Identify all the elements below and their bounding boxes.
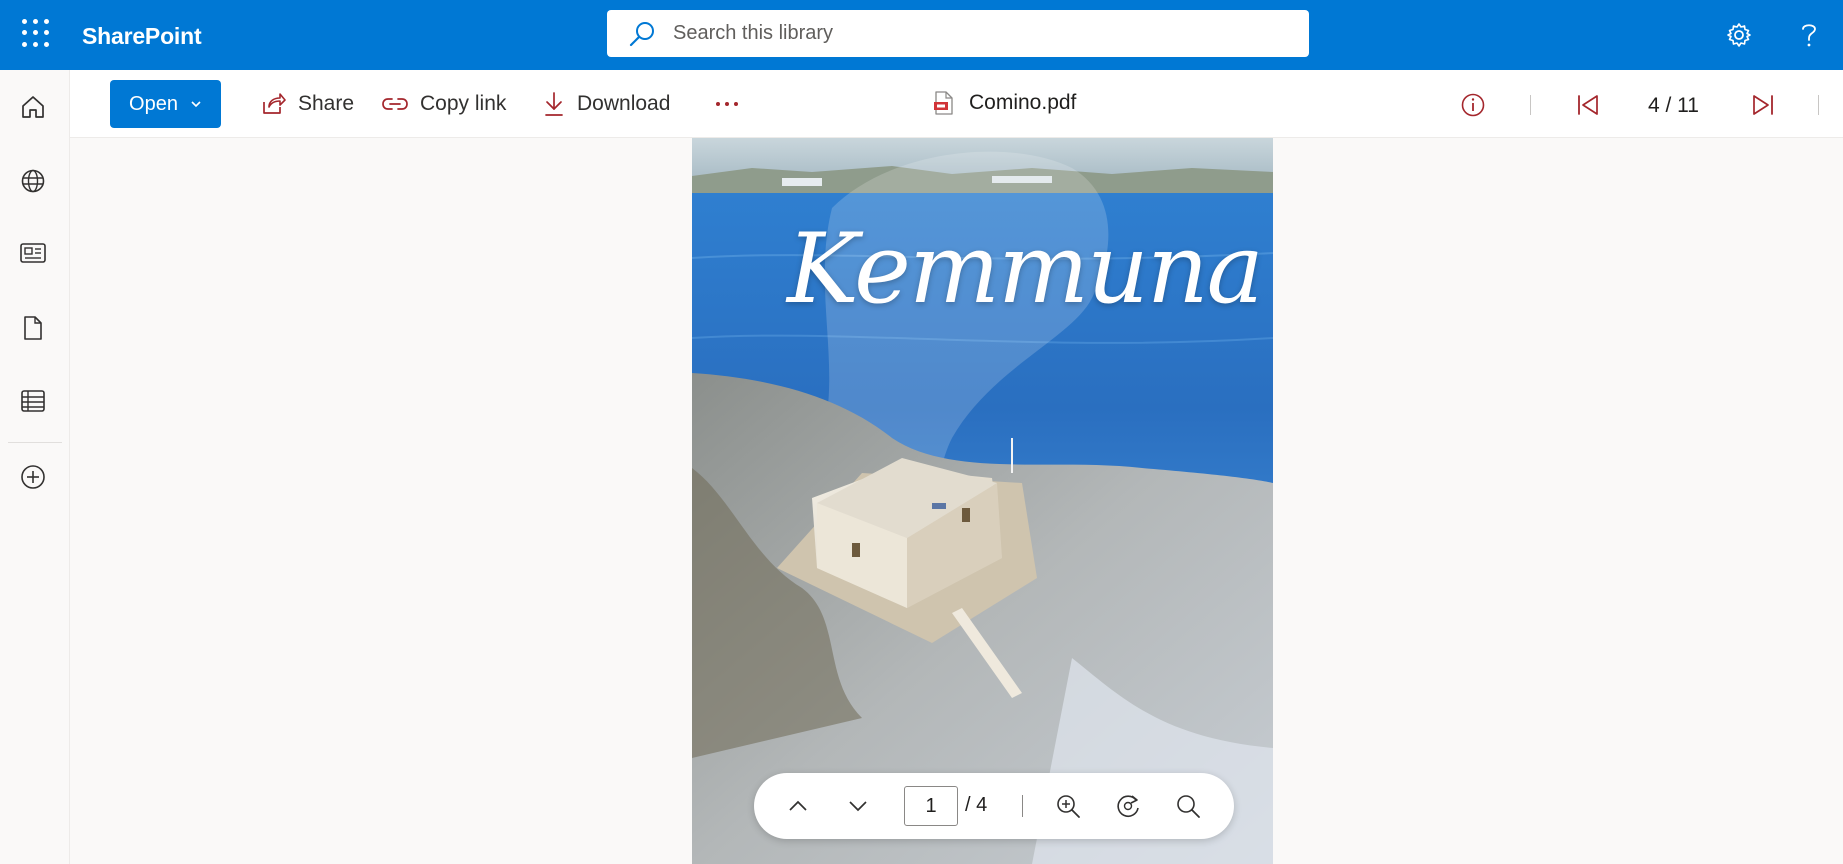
toolbar-divider (1022, 795, 1023, 817)
find-button[interactable] (1172, 790, 1204, 822)
help-icon[interactable] (1791, 17, 1827, 53)
open-button-label: Open (129, 92, 178, 115)
app-title[interactable]: SharePoint (82, 23, 202, 50)
copy-link-button-label: Copy link (420, 92, 507, 115)
globe-icon[interactable] (15, 163, 51, 199)
file-name: Comino.pdf (933, 90, 1076, 116)
find-icon (1177, 795, 1200, 818)
first-page-icon (1578, 95, 1598, 115)
download-button[interactable]: Download (543, 88, 670, 120)
pdf-page: Kemmuna (692, 138, 1273, 864)
copy-link-button[interactable]: Copy link (382, 88, 506, 120)
chevron-down-icon (849, 801, 867, 812)
page-number-input[interactable] (904, 786, 958, 826)
download-button-label: Download (577, 92, 671, 115)
page-total: / 4 (965, 794, 988, 816)
last-page-icon (1753, 95, 1773, 115)
app-rail (0, 70, 70, 864)
file-name-label: Comino.pdf (969, 91, 1077, 114)
pdf-icon (934, 91, 953, 115)
info-button[interactable] (1460, 89, 1498, 121)
download-icon (545, 92, 563, 116)
open-button[interactable]: Open (110, 80, 221, 128)
home-icon[interactable] (15, 89, 51, 125)
share-icon (263, 93, 286, 114)
rotate-button[interactable] (1112, 790, 1144, 822)
more-icon (716, 102, 738, 106)
first-page-button[interactable] (1575, 89, 1613, 121)
share-button[interactable]: Share (260, 88, 354, 120)
file-icon[interactable] (15, 310, 51, 346)
next-page-button[interactable] (842, 790, 874, 822)
cover-title: Kemmuna (787, 213, 1264, 325)
search-box[interactable] (607, 10, 1309, 57)
command-bar: Open Share Copy link Download Comino.pdf… (70, 70, 1843, 138)
search-input[interactable] (673, 22, 1273, 45)
chevron-down-icon (191, 101, 201, 108)
info-icon (1461, 93, 1485, 117)
last-page-button[interactable] (1750, 89, 1788, 121)
zoom-in-icon (1057, 795, 1080, 818)
command-divider (1530, 95, 1531, 115)
document-viewer[interactable]: Kemmuna (70, 138, 1843, 864)
command-divider-end (1818, 95, 1819, 115)
news-icon[interactable] (15, 235, 51, 271)
page-counter: 4 / 11 (1648, 94, 1699, 117)
chevron-up-icon (789, 800, 807, 811)
pdf-toolbar: / 4 (754, 773, 1234, 839)
search-icon (629, 21, 654, 46)
zoom-in-button[interactable] (1052, 790, 1084, 822)
app-launcher-icon[interactable] (16, 15, 52, 51)
share-button-label: Share (298, 92, 355, 115)
settings-icon[interactable] (1721, 17, 1757, 53)
suite-header: SharePoint (0, 0, 1843, 70)
link-icon (382, 98, 408, 110)
rotate-icon (1117, 795, 1139, 817)
rail-divider (8, 442, 62, 443)
list-icon[interactable] (15, 383, 51, 419)
previous-page-button[interactable] (782, 790, 814, 822)
more-options-button[interactable] (714, 88, 752, 120)
add-icon[interactable] (15, 459, 51, 495)
